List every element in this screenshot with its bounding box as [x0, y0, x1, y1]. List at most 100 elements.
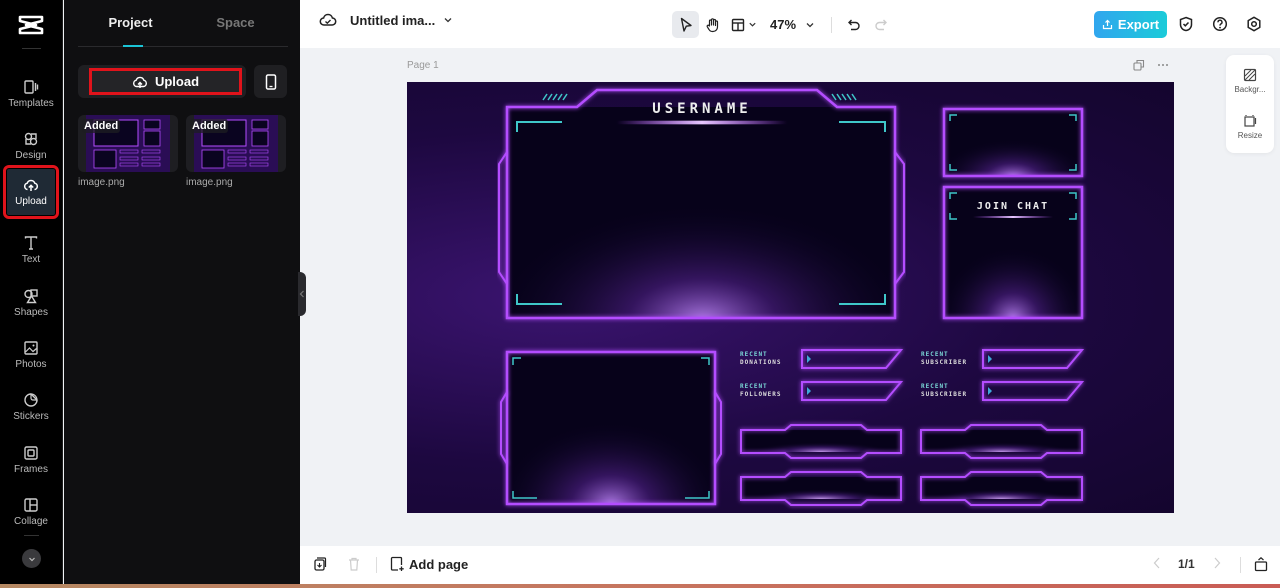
- select-tool-button[interactable]: [672, 11, 699, 38]
- join-chat-text: JOIN CHAT: [977, 201, 1049, 212]
- chevron-left-icon: [299, 290, 304, 298]
- trash-icon: [349, 557, 359, 571]
- capcut-logo-icon[interactable]: [17, 14, 45, 36]
- rail-item-photos[interactable]: Photos: [7, 331, 55, 379]
- chevron-down-icon: [806, 22, 813, 27]
- photos-icon: [24, 341, 38, 355]
- rail-item-design[interactable]: Design: [7, 122, 55, 170]
- rail-item-upload[interactable]: Upload: [3, 165, 59, 219]
- add-page-icon: [390, 556, 404, 571]
- rail-item-label: Shapes: [14, 307, 48, 318]
- duplicate-page-icon[interactable]: [1133, 59, 1145, 71]
- rail-item-frames[interactable]: Frames: [7, 436, 55, 484]
- document-title: Untitled ima...: [350, 12, 436, 28]
- recent-label-line1: RECENT: [921, 351, 949, 358]
- previous-page-button[interactable]: [1152, 556, 1162, 570]
- export-button[interactable]: Export: [1094, 11, 1167, 38]
- rail-divider: [22, 48, 41, 49]
- resize-button[interactable]: Resize: [1226, 105, 1274, 149]
- rail-item-label: Collage: [14, 516, 48, 527]
- add-page-button[interactable]: Add page: [390, 556, 468, 572]
- page-manager-button[interactable]: [1254, 556, 1268, 572]
- design-canvas[interactable]: USERNAME JOIN CHAT RECENT DONATIONS RECE…: [407, 82, 1174, 513]
- chat-frame: JOIN CHAT: [942, 185, 1084, 320]
- rail-item-label: Templates: [8, 98, 54, 109]
- upload-container: Upload: [78, 65, 246, 98]
- zoom-menu-button[interactable]: [796, 11, 823, 38]
- undo-button[interactable]: [840, 11, 867, 38]
- delete-page-button[interactable]: [347, 556, 361, 572]
- assets-panel: Project Space Upload Added image.png Add…: [64, 0, 300, 588]
- background-button[interactable]: Backgr...: [1226, 59, 1274, 103]
- rail-item-text[interactable]: Text: [7, 226, 55, 274]
- resize-label: Resize: [1237, 131, 1263, 140]
- gear-icon: [1247, 16, 1261, 32]
- export-button-label: Export: [1117, 17, 1160, 32]
- tab-project[interactable]: Project: [78, 0, 183, 47]
- redo-icon: [874, 19, 887, 30]
- hand-icon: [706, 17, 718, 32]
- document-title-menu[interactable]: Untitled ima...: [319, 12, 453, 28]
- upload-button-label: Upload: [154, 74, 200, 89]
- toolbar-divider: [831, 16, 833, 33]
- redo-button[interactable]: [867, 11, 894, 38]
- hand-tool-button[interactable]: [699, 11, 726, 38]
- rail-item-collage[interactable]: Collage: [7, 488, 55, 536]
- main-camera-frame: USERNAME: [498, 88, 905, 320]
- layers-button[interactable]: [313, 556, 327, 572]
- file-item[interactable]: Added image.png: [78, 115, 178, 188]
- page-count: 1/1: [1178, 557, 1195, 571]
- design-icon: [24, 132, 38, 146]
- upload-cloud-icon: [23, 179, 39, 191]
- rail-item-templates[interactable]: Templates: [7, 70, 55, 118]
- shapes-icon: [24, 289, 38, 304]
- recent-label-line2: FOLLOWERS: [740, 391, 782, 398]
- zoom-level[interactable]: 47%: [770, 17, 796, 32]
- pointer-icon: [680, 17, 692, 32]
- recent-label-line1: RECENT: [740, 383, 768, 390]
- recent-labels: RECENT DONATIONS RECENT SUBSCRIBER RECEN…: [740, 351, 967, 398]
- rail-item-stickers[interactable]: Stickers: [7, 383, 55, 431]
- rail-item-label: Upload: [15, 196, 47, 207]
- frames-icon: [24, 446, 38, 460]
- chevron-down-icon: [444, 18, 452, 23]
- recent-label-line2: SUBSCRIBER: [921, 359, 967, 366]
- panel-tabs: Project Space: [78, 0, 288, 47]
- bottom-bar: Add page 1/1: [300, 546, 1280, 584]
- chevron-left-icon: [1153, 557, 1160, 569]
- help-button[interactable]: [1210, 14, 1230, 34]
- layout-menu-button[interactable]: [726, 11, 762, 38]
- added-badge: Added: [82, 119, 121, 133]
- recent-label-line2: DONATIONS: [740, 359, 782, 366]
- collapse-panel-handle[interactable]: [298, 272, 306, 316]
- rail-item-label: Frames: [14, 464, 48, 475]
- rail-item-label: Design: [15, 150, 47, 161]
- upload-button[interactable]: Upload: [89, 68, 242, 95]
- recent-label-line1: RECENT: [921, 383, 949, 390]
- settings-button[interactable]: [1244, 14, 1264, 34]
- tab-space[interactable]: Space: [183, 0, 288, 46]
- shield-check-icon: [1179, 16, 1193, 32]
- phone-icon: [265, 73, 276, 90]
- next-page-button[interactable]: [1212, 556, 1222, 570]
- more-icon[interactable]: [1157, 59, 1169, 71]
- secondary-frame: [500, 350, 722, 506]
- help-icon: [1212, 16, 1228, 32]
- rail-item-label: Photos: [15, 359, 47, 370]
- rail-divider: [24, 535, 39, 536]
- background-label: Backgr...: [1234, 85, 1266, 94]
- security-button[interactable]: [1176, 14, 1196, 34]
- page-actions: [1133, 59, 1169, 71]
- left-rail: Templates Design Upload Text Shapes Phot…: [0, 0, 63, 588]
- rail-item-shapes[interactable]: Shapes: [7, 279, 55, 327]
- upload-from-phone-button[interactable]: [254, 65, 287, 98]
- rail-item-label: Text: [21, 254, 41, 265]
- background-icon: [1243, 68, 1257, 82]
- bottom-divider: [1240, 557, 1241, 573]
- file-item[interactable]: Added image.png: [186, 115, 286, 188]
- top-bar: Untitled ima... 47% Export: [300, 0, 1280, 48]
- rail-more-button[interactable]: [22, 549, 41, 568]
- chevron-right-icon: [1214, 557, 1221, 569]
- text-icon: [24, 236, 38, 250]
- bottom-divider: [376, 557, 377, 573]
